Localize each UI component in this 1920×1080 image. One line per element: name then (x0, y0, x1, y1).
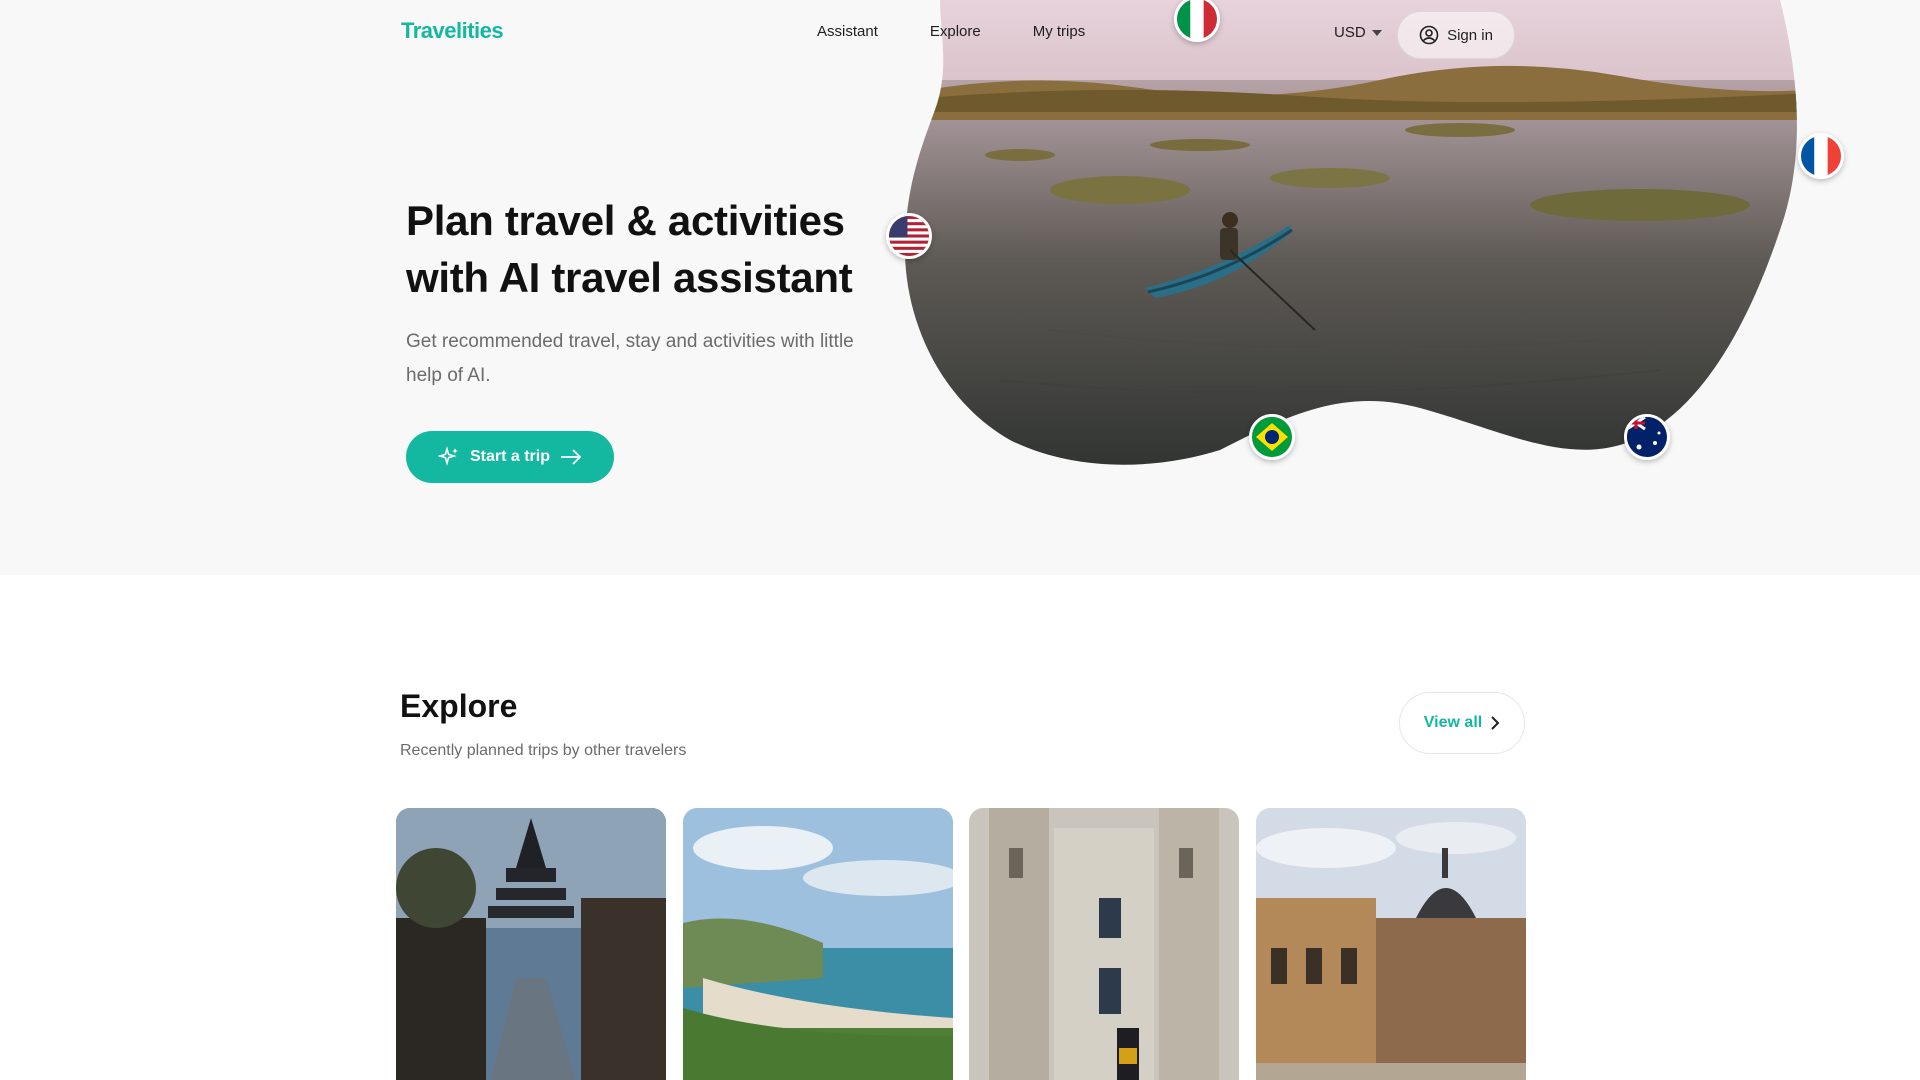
sparkle-icon (437, 446, 458, 466)
sign-in-label: Sign in (1447, 26, 1493, 44)
start-trip-label: Start a trip (469, 448, 550, 465)
trip-card-cathedral[interactable] (969, 808, 1239, 1080)
caret-down-icon (1371, 29, 1382, 36)
australia-flag-icon (1624, 414, 1670, 460)
start-trip-button[interactable]: Start a trip (406, 431, 614, 483)
chevron-right-icon (1491, 716, 1500, 730)
hero-title: Plan travel & activities with AI travel … (406, 197, 853, 301)
usa-flag-icon (886, 213, 932, 259)
view-all-label: View all (1423, 714, 1483, 731)
currency-label: USD (1334, 24, 1366, 41)
france-flag-icon (1798, 133, 1844, 179)
nav-assistant[interactable]: Assistant (817, 23, 878, 40)
sign-in-button[interactable]: Sign in (1397, 11, 1515, 59)
trip-card-beach[interactable] (683, 808, 953, 1080)
view-all-button[interactable]: View all (1399, 692, 1525, 754)
main-nav: Assistant Explore My trips (817, 23, 1137, 40)
hero-lake-image (905, 0, 1797, 465)
trip-card-palace[interactable] (1256, 808, 1526, 1080)
arrow-right-icon (561, 449, 582, 465)
hero-section: Travelities Assistant Explore My trips U… (0, 0, 1920, 575)
nav-explore[interactable]: Explore (930, 23, 981, 40)
hero-subtitle: Get recommended travel, stay and activit… (406, 331, 854, 386)
brand-logo[interactable]: Travelities (401, 18, 504, 44)
user-circle-icon (1419, 25, 1439, 45)
trip-card-kyoto[interactable] (396, 808, 666, 1080)
explore-subtitle: Recently planned trips by other traveler… (400, 742, 687, 759)
brazil-flag-icon (1249, 414, 1295, 460)
currency-selector[interactable]: USD (1334, 24, 1382, 41)
nav-my-trips[interactable]: My trips (1033, 23, 1086, 40)
explore-title: Explore (400, 688, 518, 724)
